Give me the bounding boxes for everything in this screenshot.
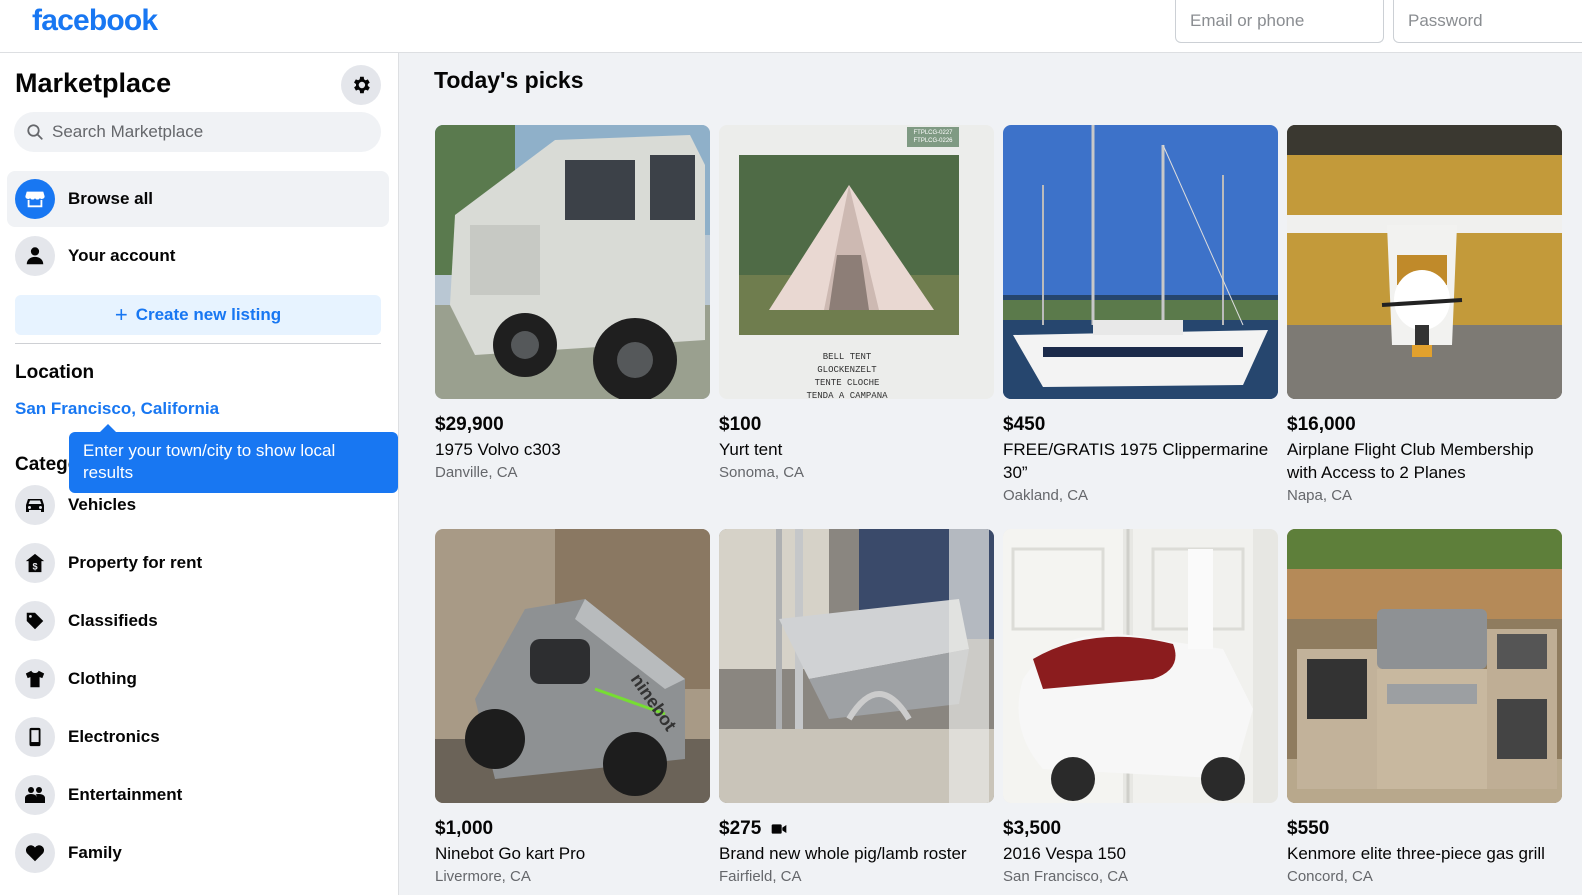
listing-city: Oakland, CA <box>1003 487 1089 504</box>
nav-browse-all[interactable]: Browse all <box>7 171 389 227</box>
category-label: Vehicles <box>68 495 137 514</box>
heart-icon <box>15 833 55 873</box>
listing-price: $29,900 <box>435 414 504 435</box>
page-title: Marketplace <box>15 68 172 98</box>
listing-title: Airplane Flight Club Membership with Acc… <box>1287 440 1534 482</box>
listing-city: Concord, CA <box>1287 868 1373 885</box>
listing-city: Fairfield, CA <box>719 868 802 885</box>
listing-price: $3,500 <box>1003 818 1062 839</box>
listing-card[interactable]: $16,000 Airplane Flight Club Membership … <box>1287 125 1562 507</box>
listing-title: 2016 Vespa 150 <box>1003 844 1126 863</box>
category-label: Clothing <box>68 669 137 688</box>
listing-card[interactable]: ninebot $1,000 Ninebot Go kart Pro Liver… <box>435 529 710 888</box>
category-entertainment[interactable]: Entertainment <box>7 767 389 823</box>
search-placeholder: Search Marketplace <box>52 122 204 141</box>
category-label: Entertainment <box>68 785 183 804</box>
listing-city: Danville, CA <box>435 464 518 481</box>
tent-code: FTPLCG-0227 <box>913 130 953 136</box>
jeep-photo <box>435 125 710 399</box>
search-icon <box>27 124 43 140</box>
category-electronics[interactable]: Electronics <box>7 709 389 765</box>
sailboat-photo <box>1003 125 1278 399</box>
phone-icon <box>15 717 55 757</box>
people-icon <box>15 775 55 815</box>
category-classifieds[interactable]: Classifieds <box>7 593 389 649</box>
listing-price: $16,000 <box>1287 414 1356 435</box>
listing-price: $1,000 <box>435 818 494 839</box>
tent-photo: FTPLCG-0227 FTPLCG-0226 BELL TENT GLOCKE… <box>719 125 994 399</box>
plus-icon: + <box>114 302 128 327</box>
main-content: Today's picks $29,900 1975 Volvo c303 Da… <box>399 53 1582 895</box>
top-bar: facebook Email or phone Password <box>0 0 1582 53</box>
listing-title: FREE/GRATIS 1975 Clippermarine 30” <box>1003 440 1269 482</box>
category-label: Electronics <box>68 727 160 746</box>
gokart-photo: ninebot <box>435 529 710 803</box>
nav-label: Your account <box>68 246 176 265</box>
tent-print: GLOCKENZELT <box>817 365 877 375</box>
category-label: Family <box>68 843 122 862</box>
listing-price: $100 <box>719 414 762 435</box>
video-camera-icon <box>771 824 787 834</box>
listing-title: Kenmore elite three-piece gas grill <box>1287 844 1545 863</box>
create-listing-button[interactable]: + Create new listing <box>15 295 381 335</box>
grill-photo <box>1287 529 1562 803</box>
house-dollar-icon: $ <box>15 543 55 583</box>
roaster-photo <box>719 529 994 803</box>
tooltip-text: Enter your town/city to show local resul… <box>83 441 336 482</box>
listing-city: Livermore, CA <box>435 868 531 885</box>
category-family[interactable]: Family <box>7 825 389 881</box>
gear-icon <box>354 76 370 94</box>
listing-price-value: $275 <box>719 818 762 839</box>
listing-title: Yurt tent <box>719 440 783 459</box>
tent-print: BELL TENT <box>823 352 872 362</box>
password-field[interactable]: Password <box>1393 0 1582 43</box>
sidebar: Marketplace Search Marketplace Browse al… <box>0 53 399 895</box>
listing-card[interactable]: FTPLCG-0227 FTPLCG-0226 BELL TENT GLOCKE… <box>719 125 994 484</box>
listing-city: Napa, CA <box>1287 487 1353 504</box>
category-label: Classifieds <box>68 611 158 630</box>
car-icon <box>15 485 55 525</box>
tent-print: TENDA A CAMPANA <box>806 391 888 399</box>
listing-title: Ninebot Go kart Pro <box>435 844 586 863</box>
category-clothing[interactable]: Clothing <box>7 651 389 707</box>
vespa-photo <box>1003 529 1278 803</box>
facebook-logo[interactable]: facebook <box>32 4 158 38</box>
airplane-photo <box>1287 125 1562 399</box>
listing-price: $275 <box>719 817 994 841</box>
settings-button[interactable] <box>341 65 381 105</box>
tooltip-arrow <box>99 424 117 433</box>
listing-card[interactable]: $275 Brand new whole pig/lamb roster Fai… <box>719 529 994 888</box>
location-tooltip: Enter your town/city to show local resul… <box>69 424 398 493</box>
section-title: Today's picks <box>434 67 584 93</box>
listing-title: 1975 Volvo c303 <box>435 440 561 459</box>
location-heading: Location <box>15 362 95 383</box>
storefront-icon <box>15 179 55 219</box>
tag-icon <box>15 601 55 641</box>
listing-title: Brand new whole pig/lamb roster <box>719 844 967 863</box>
search-input[interactable]: Search Marketplace <box>14 112 381 152</box>
nav-label: Browse all <box>68 189 154 208</box>
nav-your-account[interactable]: Your account <box>7 228 389 284</box>
create-listing-label: Create new listing <box>135 305 282 324</box>
divider <box>15 343 381 344</box>
listing-city: San Francisco, CA <box>1003 868 1129 885</box>
location-link[interactable]: San Francisco, California <box>15 399 219 419</box>
person-icon <box>15 236 55 276</box>
listing-card[interactable]: $450 FREE/GRATIS 1975 Clippermarine 30” … <box>1003 125 1278 507</box>
listing-card[interactable]: $3,500 2016 Vespa 150 San Francisco, CA <box>1003 529 1278 888</box>
category-property-for-rent[interactable]: $ Property for rent <box>7 535 389 591</box>
category-label: Property for rent <box>68 553 203 572</box>
listing-card[interactable]: $550 Kenmore elite three-piece gas grill… <box>1287 529 1562 888</box>
svg-text:$: $ <box>32 561 37 571</box>
listing-price: $450 <box>1003 414 1046 435</box>
tent-code: FTPLCG-0226 <box>913 138 953 144</box>
listing-card[interactable]: $29,900 1975 Volvo c303 Danville, CA <box>435 125 710 484</box>
listing-price: $550 <box>1287 818 1330 839</box>
email-field[interactable]: Email or phone <box>1175 0 1384 43</box>
listing-city: Sonoma, CA <box>719 464 805 481</box>
tent-print: TENTE CLOCHE <box>815 378 880 388</box>
shirt-icon <box>15 659 55 699</box>
